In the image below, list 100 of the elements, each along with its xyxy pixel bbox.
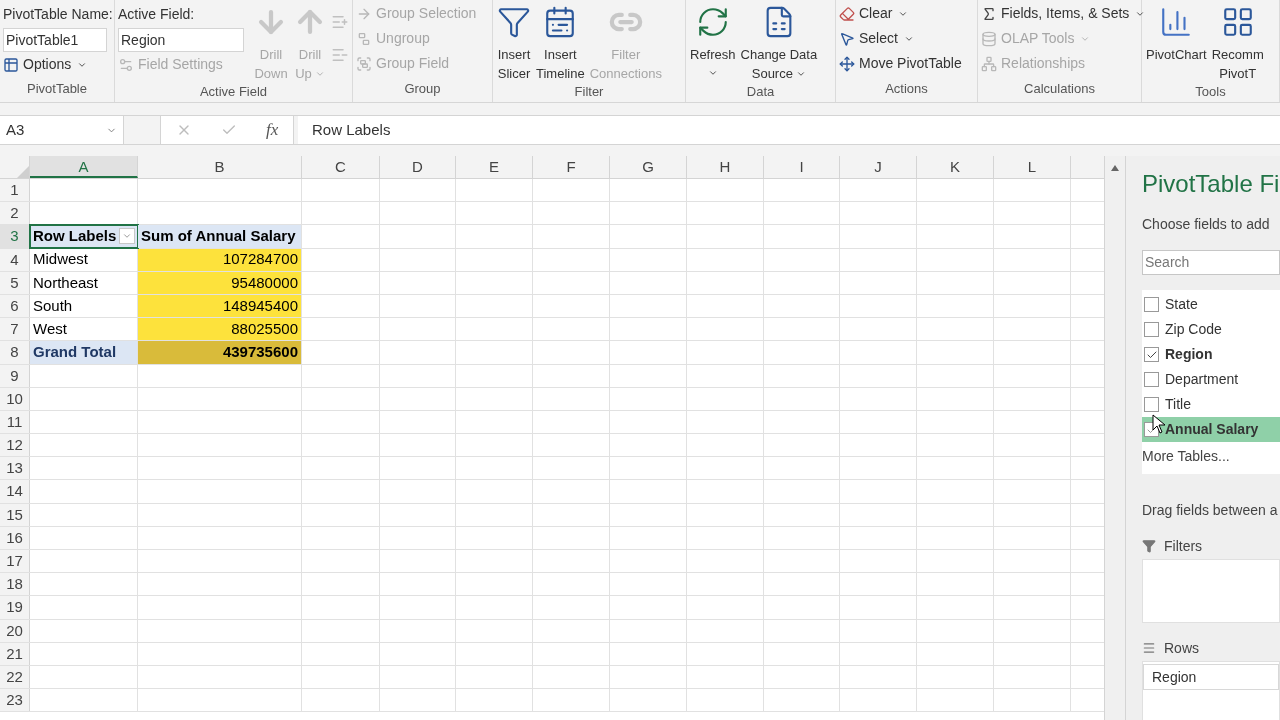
table-cell: 88025500	[138, 318, 302, 341]
pointer-icon	[839, 30, 855, 47]
more-tables-link[interactable]: More Tables...	[1142, 446, 1280, 467]
table-icon	[3, 56, 19, 73]
area-label: Rows	[1164, 638, 1199, 658]
field-item[interactable]: State	[1142, 292, 1280, 317]
row-header[interactable]: 17	[0, 550, 30, 573]
column-header[interactable]: F	[533, 156, 610, 178]
column-header[interactable]: D	[380, 156, 456, 178]
field-label: PivotTable Name:	[3, 5, 113, 24]
column-header[interactable]: I	[764, 156, 840, 178]
column-header[interactable]: C	[302, 156, 380, 178]
funnel-icon	[1142, 539, 1156, 553]
area-item[interactable]: Region	[1143, 664, 1279, 690]
funnel-icon	[497, 5, 531, 39]
field-item[interactable]: Zip Code	[1142, 317, 1280, 342]
row-header[interactable]: 1	[0, 179, 30, 202]
area-drop-zone[interactable]: Region	[1142, 661, 1280, 720]
column-header[interactable]: K	[917, 156, 994, 178]
checkbox[interactable]	[1144, 372, 1159, 387]
ribbon-large-button[interactable]: Recomm PivotT	[1210, 1, 1265, 83]
row-header[interactable]: 21	[0, 642, 30, 665]
row-header[interactable]: 7	[0, 318, 30, 341]
ribbon-button[interactable]: Clear	[839, 1, 962, 26]
mouse-cursor-icon	[1152, 414, 1166, 434]
row-header[interactable]: 15	[0, 503, 30, 526]
database-icon	[981, 30, 997, 47]
group-icon	[356, 55, 372, 72]
ribbon-large-button[interactable]: Insert Timeline	[535, 1, 586, 83]
table-cell: Sum of Annual Salary	[138, 225, 302, 248]
field-item[interactable]: Region	[1142, 342, 1280, 367]
vertical-scrollbar[interactable]	[1104, 156, 1126, 720]
field-item[interactable]: Department	[1142, 367, 1280, 392]
checkbox[interactable]	[1144, 347, 1159, 362]
row-header[interactable]: 9	[0, 364, 30, 387]
checkbox[interactable]	[1144, 322, 1159, 337]
row-header[interactable]: 11	[0, 410, 30, 434]
row-header[interactable]: 6	[0, 294, 30, 318]
row-header[interactable]: 12	[0, 434, 30, 457]
column-header[interactable]: E	[456, 156, 533, 178]
row-header[interactable]: 19	[0, 596, 30, 619]
row-header[interactable]: 10	[0, 387, 30, 410]
table-cell: 95480000	[138, 271, 302, 294]
group-label: Calculations	[1023, 80, 1096, 98]
select-all-corner[interactable]	[17, 166, 29, 178]
ribbon-large-button[interactable]: Change Data Source	[739, 1, 819, 83]
column-header[interactable]: L	[994, 156, 1071, 178]
row-header[interactable]: 2	[0, 202, 30, 225]
table-cell: Grand Total	[30, 341, 138, 364]
area-label: Filters	[1164, 536, 1203, 556]
column-header[interactable]: A	[30, 156, 138, 178]
formula-input[interactable]: Row Labels	[298, 116, 1280, 144]
table-cell: Row Labels	[30, 225, 138, 248]
checkbox[interactable]	[1144, 297, 1159, 312]
row-header[interactable]: 4	[0, 248, 30, 271]
table-cell: 439735600	[138, 341, 302, 364]
row-header[interactable]: 14	[0, 480, 30, 503]
group-label: Tools	[1194, 83, 1227, 101]
row-header[interactable]: 13	[0, 457, 30, 480]
column-header[interactable]: H	[687, 156, 764, 178]
ribbon-large-button[interactable]: PivotChart	[1145, 1, 1208, 83]
text-field[interactable]: Region	[118, 28, 244, 52]
area-drop-zone[interactable]	[1142, 559, 1280, 623]
ribbon-large-button[interactable]: Insert Slicer	[496, 1, 532, 83]
group-label: Group	[403, 80, 442, 98]
row-header[interactable]: 16	[0, 526, 30, 549]
row-header[interactable]: 3	[0, 225, 30, 248]
column-header[interactable]: J	[840, 156, 917, 178]
group-label: Filter	[573, 83, 605, 101]
row-header[interactable]: 20	[0, 619, 30, 642]
row-header[interactable]: 8	[0, 341, 30, 364]
drag-hint: Drag fields between a	[1142, 501, 1279, 520]
field-item[interactable]: Annual Salary	[1142, 417, 1280, 442]
filter-dropdown-button[interactable]	[119, 228, 135, 245]
ribbon-large-button[interactable]: Refresh	[689, 1, 737, 83]
ribbon-button[interactable]: Options	[3, 52, 113, 77]
row-header[interactable]: 23	[0, 689, 30, 712]
table-cell: South	[30, 294, 138, 318]
checkbox[interactable]	[1144, 397, 1159, 412]
row-header[interactable]: 18	[0, 573, 30, 596]
table-cell: West	[30, 318, 138, 341]
insert-function-button[interactable]: fx	[266, 117, 279, 143]
ribbon-button[interactable]: Move PivotTable	[839, 51, 962, 76]
pane-title: PivotTable Fi	[1142, 169, 1280, 199]
settings-icon	[118, 56, 134, 73]
scroll-up-icon[interactable]	[1110, 164, 1120, 172]
row-header[interactable]: 22	[0, 665, 30, 689]
column-header[interactable]: B	[138, 156, 302, 178]
field-item[interactable]: Title	[1142, 392, 1280, 417]
caret-icon	[707, 68, 718, 78]
sigma-icon	[981, 5, 997, 22]
network-icon	[981, 55, 997, 72]
column-header[interactable]: G	[610, 156, 687, 178]
name-box[interactable]: A3	[0, 116, 124, 144]
search-field[interactable]: Search	[1142, 250, 1280, 275]
text-field[interactable]: PivotTable1	[3, 28, 107, 52]
field-label: Active Field:	[118, 5, 196, 24]
row-header[interactable]: 5	[0, 271, 30, 294]
ribbon-button[interactable]: Select	[839, 26, 962, 51]
ribbon-button[interactable]: Fields, Items, & Sets	[981, 1, 1146, 26]
